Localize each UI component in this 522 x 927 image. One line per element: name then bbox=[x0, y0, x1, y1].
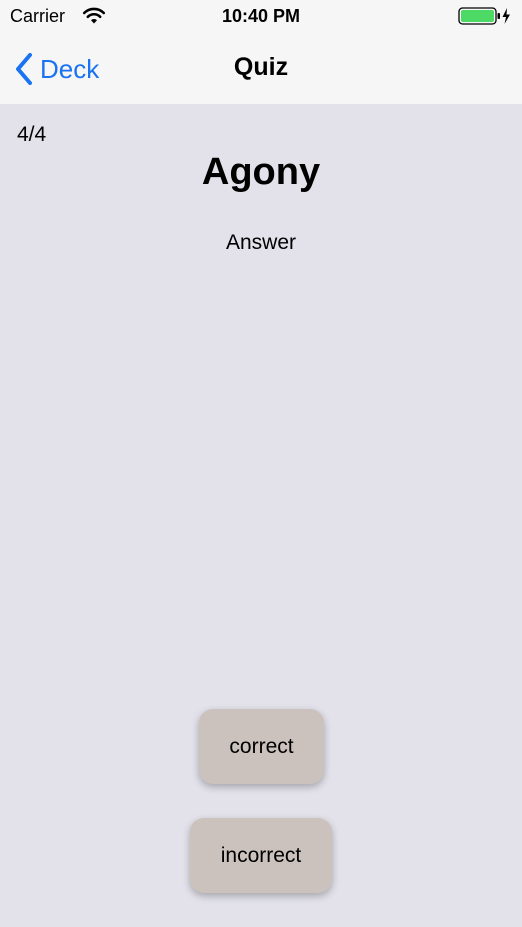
incorrect-button-label: incorrect bbox=[220, 843, 302, 867]
incorrect-button[interactable]: incorrect bbox=[190, 818, 332, 893]
correct-button[interactable]: correct bbox=[199, 709, 324, 784]
question-text: Agony bbox=[201, 151, 321, 193]
correct-button-label: correct bbox=[229, 734, 294, 758]
page-title: Quiz bbox=[233, 53, 289, 81]
status-bar: Carrier 10:40 PM bbox=[0, 0, 522, 34]
show-answer-button[interactable]: Answer bbox=[0, 231, 522, 255]
battery-icon bbox=[458, 7, 510, 25]
status-time: 10:40 PM bbox=[221, 6, 301, 26]
charging-bolt-icon bbox=[502, 8, 510, 24]
navigation-bar: Deck Quiz bbox=[0, 34, 522, 104]
quiz-progress: 4/4 bbox=[17, 123, 47, 146]
